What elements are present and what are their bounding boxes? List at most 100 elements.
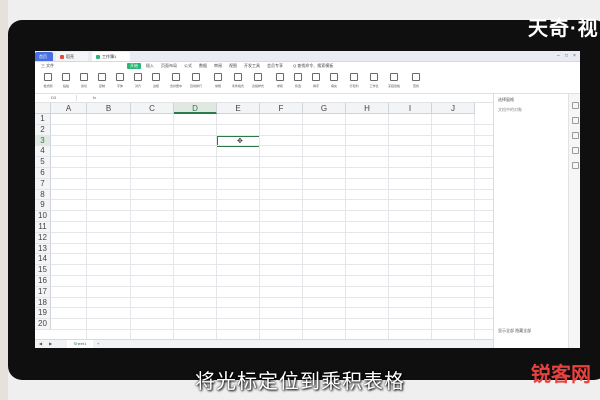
conditional-format-button[interactable]: 条件格式 [231, 72, 245, 91]
sum-button[interactable]: 求和 [273, 72, 287, 91]
column-header-e[interactable]: E [217, 103, 260, 114]
menu-data[interactable]: 数据 [199, 63, 207, 69]
share-icon[interactable] [571, 162, 579, 169]
fill-button[interactable]: 填充 [327, 72, 341, 91]
tab-docer-label: 稻壳 [66, 54, 74, 59]
ribbon-label: 自动换行 [189, 84, 202, 88]
tab-docer[interactable]: 稻壳 [56, 52, 88, 61]
name-box[interactable]: D3 [37, 95, 77, 101]
find-button[interactable]: 查找 [409, 72, 423, 91]
tab-workbook[interactable]: 工作簿1 [92, 52, 130, 61]
column-header-j[interactable]: J [432, 103, 475, 114]
row-header-1[interactable]: 1 [35, 114, 51, 125]
wrap-icon [192, 73, 200, 81]
menu-review[interactable]: 审阅 [214, 63, 222, 69]
maximize-icon[interactable]: □ [565, 53, 568, 59]
fx-icon[interactable]: fx [93, 95, 96, 101]
row-header-18[interactable]: 18 [35, 297, 51, 309]
row-header-17[interactable]: 17 [35, 286, 51, 298]
row-header-4[interactable]: 4 [35, 146, 51, 158]
number-format-button[interactable]: 常规 [211, 72, 225, 91]
grid-line [474, 114, 475, 339]
cut-button[interactable]: 剪切 [77, 72, 91, 91]
ribbon-label: 复制 [98, 84, 105, 88]
grid-line [51, 188, 493, 190]
sheet-tab-active[interactable]: Sheet1 [67, 340, 93, 348]
find-icon [412, 73, 420, 81]
select-all-corner[interactable] [35, 103, 51, 114]
close-icon[interactable]: × [573, 53, 576, 59]
menu-dev[interactable]: 开发工具 [244, 63, 260, 69]
nav-last-icon[interactable]: ▶ [49, 341, 52, 346]
row-header-10[interactable]: 10 [35, 211, 51, 222]
command-search[interactable]: Q 查找命令、搜索模板 [293, 63, 333, 69]
select-icon[interactable] [571, 117, 579, 124]
add-sheet-button[interactable]: + [97, 341, 99, 346]
worksheet-button[interactable]: 工作表 [367, 72, 381, 91]
style-icon[interactable] [571, 102, 579, 109]
menu-layout[interactable]: 页面布局 [161, 63, 177, 69]
row-header-19[interactable]: 19 [35, 308, 51, 320]
align-icon [134, 73, 142, 81]
font-icon [116, 73, 124, 81]
freeze-button[interactable]: 冻结窗格 [387, 72, 401, 91]
rows-cols-button[interactable]: 行和列 [347, 72, 361, 91]
row-header-12[interactable]: 12 [35, 232, 51, 244]
menu-home[interactable]: 开始 [127, 63, 141, 69]
menu-formula[interactable]: 公式 [184, 63, 192, 69]
align-button[interactable]: 对齐 [131, 72, 145, 91]
row-header-9[interactable]: 9 [35, 200, 51, 212]
pane-show-hide-all[interactable]: 显示全部 隐藏全部 [498, 328, 531, 334]
row-header-16[interactable]: 16 [35, 276, 51, 287]
table-style-button[interactable]: 表格样式 [251, 72, 265, 91]
cell-grid[interactable]: ✥ A B C D E F G H I J 1 2 3 4 5 6 7 8 9 10 11 12 13 14 15 16 17 18 1… [35, 103, 493, 339]
column-header-h[interactable]: H [346, 103, 389, 114]
ribbon-label: 行和列 [349, 84, 359, 88]
row-header-11[interactable]: 11 [35, 222, 51, 233]
menu-view[interactable]: 视图 [229, 63, 237, 69]
row-header-14[interactable]: 14 [35, 254, 51, 266]
tab-home[interactable]: 首页 [35, 52, 53, 61]
brand-logo: 天奇·视 [528, 18, 599, 40]
column-header-d[interactable]: D [174, 103, 217, 114]
row-header-3[interactable]: 3 [35, 135, 51, 147]
menu-insert[interactable]: 插入 [146, 63, 154, 69]
grid-line [51, 329, 493, 330]
copy-button[interactable]: 复制 [95, 72, 109, 91]
column-header-i[interactable]: I [389, 103, 432, 114]
nav-first-icon[interactable]: ◀ [39, 341, 42, 346]
menu-file[interactable]: 三 文件 [41, 63, 54, 69]
format-painter-button[interactable]: 格式刷 [41, 72, 55, 91]
column-header-b[interactable]: B [87, 103, 131, 114]
column-header-f[interactable]: F [260, 103, 303, 114]
row-header-6[interactable]: 6 [35, 168, 51, 179]
sort-button[interactable]: 排序 [309, 72, 323, 91]
column-header-a[interactable]: A [51, 103, 87, 114]
property-icon[interactable] [571, 132, 579, 139]
row-header-15[interactable]: 15 [35, 265, 51, 276]
row-header-20[interactable]: 20 [35, 319, 51, 330]
row-header-8[interactable]: 8 [35, 189, 51, 201]
minimize-icon[interactable]: – [557, 53, 560, 59]
merge-button[interactable]: 合并居中 [169, 72, 183, 91]
row-header-5[interactable]: 5 [35, 157, 51, 168]
font-button[interactable]: 字体 [113, 72, 127, 91]
row-header-2[interactable]: 2 [35, 124, 51, 136]
row-header-13[interactable]: 13 [35, 243, 51, 255]
row-header-7[interactable]: 7 [35, 178, 51, 190]
border-button[interactable]: 边框 [149, 72, 163, 91]
grid-line [51, 221, 493, 222]
paste-button[interactable]: 粘贴 [59, 72, 73, 91]
ribbon-label: 合并居中 [169, 84, 182, 88]
grid-line [51, 275, 493, 276]
grid-line [51, 145, 493, 147]
filter-button[interactable]: 筛选 [291, 72, 305, 91]
merge-icon [172, 73, 180, 81]
sigma-icon [276, 73, 284, 81]
menu-member[interactable]: 会员专享 [267, 63, 283, 69]
wrap-button[interactable]: 自动换行 [189, 72, 203, 91]
backup-icon[interactable] [571, 147, 579, 154]
column-header-g[interactable]: G [303, 103, 346, 114]
column-header-c[interactable]: C [131, 103, 174, 114]
grid-line [130, 114, 131, 339]
